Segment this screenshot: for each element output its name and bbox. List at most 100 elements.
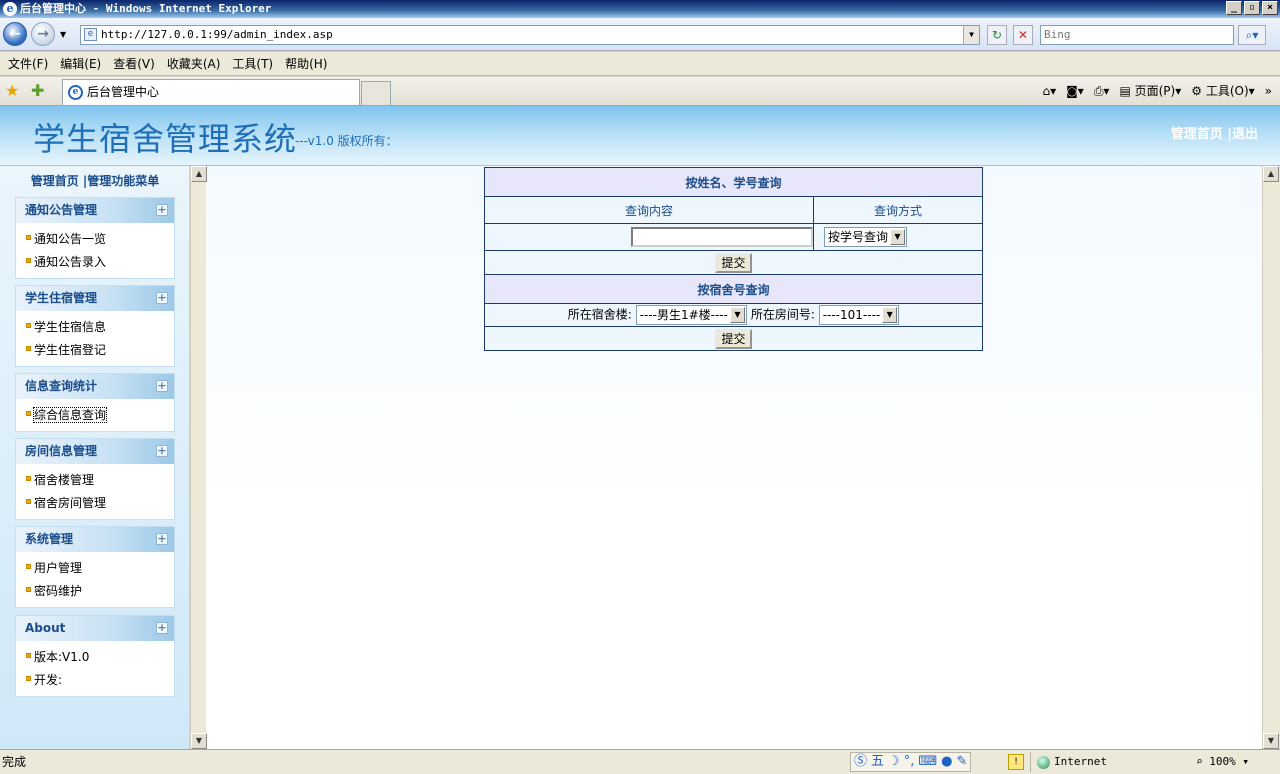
menu-item[interactable]: 通知公告一览 — [16, 228, 174, 251]
bullet-icon — [26, 411, 31, 416]
left-scrollbar[interactable]: ▲ ▼ — [190, 166, 207, 749]
security-zone[interactable]: Internet — [1030, 752, 1190, 772]
menu-item[interactable]: 学生住宿信息 — [16, 316, 174, 339]
building-select[interactable]: ----男生1#楼---- ▼ — [635, 305, 747, 325]
history-dropdown-icon[interactable]: ▼ — [60, 30, 66, 39]
room-query-submit-button[interactable]: 提交 — [715, 328, 752, 349]
window-title-bar: e 后台管理中心 - Windows Internet Explorer _ ▫… — [0, 0, 1280, 18]
left-menu-panel: 管理首页 |管理功能菜单 通知公告管理 + 通知公告一览 通知公告录入 学生住宿管… — [0, 166, 190, 749]
name-query-submit-button[interactable]: 提交 — [715, 252, 752, 273]
ime-wubi-icon[interactable]: 五 — [871, 753, 884, 771]
ime-keyboard-icon[interactable]: ⌨ — [918, 753, 937, 771]
menu-item[interactable]: 密码维护 — [16, 580, 174, 603]
menu-item-label: 用户管理 — [34, 561, 83, 575]
protected-mode-icon[interactable]: ! — [1008, 754, 1024, 770]
menu-favorites[interactable]: 收藏夹(A) — [161, 52, 227, 75]
menu-tools[interactable]: 工具(T) — [226, 52, 279, 75]
menu-item-label: 版本:V1.0 — [34, 650, 90, 664]
menu-file[interactable]: 文件(F) — [2, 52, 54, 75]
menu-group-title[interactable]: About + — [16, 616, 174, 641]
page-menu[interactable]: ▤ 页面(P)▾ — [1119, 81, 1181, 101]
expand-icon[interactable]: + — [156, 204, 168, 216]
scroll-down-icon[interactable]: ▼ — [191, 733, 207, 749]
menu-group-title[interactable]: 系统管理 + — [16, 527, 174, 552]
menu-item[interactable]: 宿舍楼管理 — [16, 469, 174, 492]
menu-group-query: 信息查询统计 + 综合信息查询 — [15, 373, 175, 432]
restore-button[interactable]: ▫ — [1244, 1, 1260, 15]
more-chevron-icon[interactable]: » — [1265, 81, 1272, 101]
expand-icon[interactable]: + — [156, 445, 168, 457]
page-scrollbar[interactable]: ▲ ▼ — [1262, 166, 1280, 749]
scroll-up-icon[interactable]: ▲ — [1263, 166, 1279, 182]
menu-item-label: 开发: — [34, 673, 63, 687]
zone-label: Internet — [1054, 755, 1107, 768]
bullet-icon — [26, 346, 31, 351]
menu-group-title[interactable]: 通知公告管理 + — [16, 198, 174, 223]
ime-user-icon[interactable]: ● — [941, 753, 952, 771]
scroll-down-icon[interactable]: ▼ — [1263, 733, 1279, 749]
query-method-select[interactable]: 按学号查询 ▼ — [823, 227, 907, 247]
menu-view[interactable]: 查看(V) — [107, 52, 161, 75]
back-button[interactable]: ← — [3, 22, 27, 46]
stop-button[interactable]: ✕ — [1013, 25, 1033, 45]
left-menu-header[interactable]: 管理首页 |管理功能菜单 — [0, 172, 190, 189]
menu-group-title[interactable]: 房间信息管理 + — [16, 439, 174, 464]
zoom-control[interactable]: ⌕ 100% ▾ — [1196, 752, 1249, 772]
search-button[interactable]: ⌕▾ — [1238, 25, 1266, 45]
address-dropdown-icon[interactable]: ▼ — [963, 26, 979, 44]
menu-group-title-text: 学生住宿管理 — [25, 291, 98, 305]
ime-logo-icon[interactable]: Ⓢ — [854, 753, 867, 771]
logout-link[interactable]: |退出 — [1227, 127, 1258, 142]
tab-ie-icon: e — [68, 85, 83, 100]
menu-group-title-text: 房间信息管理 — [25, 444, 98, 458]
menu-group-title[interactable]: 学生住宿管理 + — [16, 286, 174, 311]
address-toolbar: ← → ▼ e http://127.0.0.1:99/admin_index.… — [0, 18, 1280, 51]
globe-icon — [1037, 755, 1050, 769]
col-method-label: 查询方式 — [812, 196, 984, 224]
minimize-button[interactable]: _ — [1226, 1, 1242, 15]
favorites-star-icon[interactable]: ★ — [5, 81, 19, 100]
menu-item[interactable]: 综合信息查询 — [16, 404, 174, 427]
menu-item[interactable]: 用户管理 — [16, 557, 174, 580]
search-input[interactable]: Bing — [1040, 25, 1234, 45]
ime-punct-icon[interactable]: °, — [904, 753, 915, 771]
name-query-table: 按姓名、学号查询 查询内容 查询方式 按学号查询 ▼ 提交 — [484, 167, 984, 275]
menu-group-title[interactable]: 信息查询统计 + — [16, 374, 174, 399]
print-icon[interactable]: ⎙▾ — [1094, 81, 1110, 101]
add-favorite-icon[interactable]: ✚ — [31, 81, 44, 100]
menu-item[interactable]: 宿舍房间管理 — [16, 492, 174, 515]
address-field[interactable]: e http://127.0.0.1:99/admin_index.asp ▼ — [80, 25, 980, 45]
bullet-icon — [26, 258, 31, 263]
col-content-label: 查询内容 — [484, 196, 814, 224]
home-icon[interactable]: ⌂▾ — [1043, 81, 1057, 101]
menu-group-system: 系统管理 + 用户管理 密码维护 — [15, 526, 175, 608]
browser-tab[interactable]: e 后台管理中心 — [62, 79, 360, 105]
feeds-icon[interactable]: ◙▾ — [1066, 81, 1084, 101]
menu-item[interactable]: 学生住宿登记 — [16, 339, 174, 362]
refresh-button[interactable]: ↻ — [987, 25, 1007, 45]
query-method-value: 按学号查询 — [827, 230, 888, 244]
ime-toolbar[interactable]: Ⓢ 五 ☽ °, ⌨ ● ✎ — [850, 752, 972, 772]
close-button[interactable]: × — [1262, 1, 1278, 15]
menu-group-title-text: 通知公告管理 — [25, 203, 98, 217]
expand-icon[interactable]: + — [156, 380, 168, 392]
menu-item-label: 通知公告一览 — [34, 232, 107, 246]
room-select[interactable]: ----101---- ▼ — [818, 305, 900, 325]
expand-icon[interactable]: + — [156, 622, 168, 634]
expand-icon[interactable]: + — [156, 533, 168, 545]
home-link[interactable]: 管理首页 — [1171, 127, 1223, 142]
menu-item[interactable]: 通知公告录入 — [16, 251, 174, 274]
query-content-input[interactable] — [630, 227, 813, 247]
ime-moon-icon[interactable]: ☽ — [888, 753, 900, 771]
tools-menu[interactable]: ⚙ 工具(O)▾ — [1191, 81, 1254, 101]
expand-icon[interactable]: + — [156, 292, 168, 304]
new-tab-button[interactable] — [361, 81, 391, 105]
ie-logo-icon: e — [3, 2, 17, 16]
window-controls: _ ▫ × — [1226, 1, 1278, 15]
menu-group-rooms: 房间信息管理 + 宿舍楼管理 宿舍房间管理 — [15, 438, 175, 520]
forward-button[interactable]: → — [31, 22, 55, 46]
scroll-up-icon[interactable]: ▲ — [191, 166, 207, 182]
menu-edit[interactable]: 编辑(E) — [54, 52, 107, 75]
ime-tool-icon[interactable]: ✎ — [956, 753, 967, 771]
menu-help[interactable]: 帮助(H) — [279, 52, 333, 75]
